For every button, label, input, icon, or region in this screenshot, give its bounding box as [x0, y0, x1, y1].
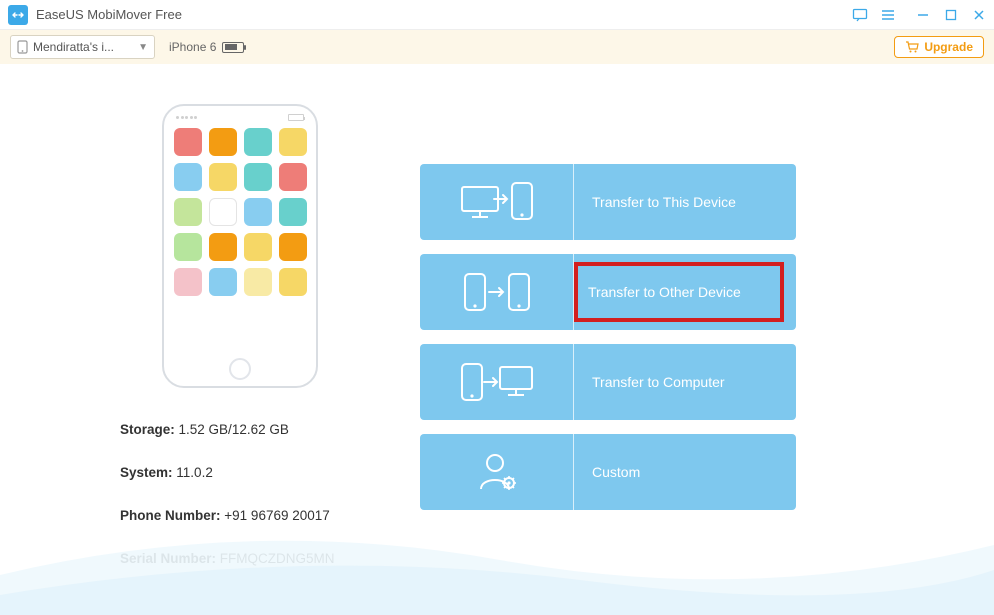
upgrade-button[interactable]: Upgrade	[894, 36, 984, 58]
phone-number-value: +91 96769 20017	[224, 508, 329, 523]
app-tile	[279, 198, 307, 226]
app-tile	[174, 233, 202, 261]
option-label: Custom	[574, 464, 796, 480]
info-storage: Storage: 1.52 GB/12.62 GB	[120, 422, 420, 437]
transfer-to-other-device-button[interactable]: Transfer to Other Device	[420, 254, 796, 330]
upgrade-label: Upgrade	[924, 40, 973, 54]
info-serial: Serial Number: FFMQCZDNG5MN	[120, 551, 420, 566]
phone-small-icon	[17, 40, 28, 54]
device-model-label: iPhone 6	[169, 40, 244, 54]
app-tile	[209, 198, 237, 226]
app-tile	[244, 198, 272, 226]
device-dropdown[interactable]: Mendiratta's i... ▼	[10, 35, 155, 59]
close-button[interactable]	[972, 8, 986, 22]
transfer-to-this-device-button[interactable]: Transfer to This Device	[420, 164, 796, 240]
minimize-button[interactable]	[916, 8, 930, 22]
menu-icon[interactable]	[880, 7, 896, 23]
app-tile	[279, 233, 307, 261]
app-tile	[174, 268, 202, 296]
chevron-down-icon: ▼	[138, 42, 148, 53]
phone-to-phone-icon	[420, 254, 574, 330]
option-label: Transfer to This Device	[574, 194, 796, 210]
app-tile	[244, 233, 272, 261]
info-phone-number: Phone Number: +91 96769 20017	[120, 508, 420, 523]
dropdown-label: Mendiratta's i...	[33, 40, 114, 54]
cart-icon	[905, 41, 919, 53]
app-tile	[279, 163, 307, 191]
feedback-icon[interactable]	[852, 7, 868, 23]
app-tile	[209, 268, 237, 296]
app-tile	[244, 163, 272, 191]
system-label: System:	[120, 465, 173, 480]
device-info: Storage: 1.52 GB/12.62 GB System: 11.0.2…	[60, 422, 420, 566]
app-title: EaseUS MobiMover Free	[36, 7, 852, 22]
custom-button[interactable]: Custom	[420, 434, 796, 510]
maximize-button[interactable]	[944, 8, 958, 22]
device-model-text: iPhone 6	[169, 40, 216, 54]
app-tile	[209, 233, 237, 261]
app-tile	[279, 128, 307, 156]
storage-value: 1.52 GB/12.62 GB	[179, 422, 289, 437]
app-tile	[174, 128, 202, 156]
storage-label: Storage:	[120, 422, 175, 437]
app-tile	[244, 268, 272, 296]
right-panel: Transfer to This Device Transfer to Othe…	[420, 104, 944, 615]
computer-to-phone-icon	[420, 164, 574, 240]
user-gear-icon	[420, 434, 574, 510]
phone-number-label: Phone Number:	[120, 508, 221, 523]
app-tile	[244, 128, 272, 156]
device-bar: Mendiratta's i... ▼ iPhone 6 Upgrade	[0, 30, 994, 64]
left-panel: Storage: 1.52 GB/12.62 GB System: 11.0.2…	[60, 104, 420, 615]
battery-icon	[222, 42, 244, 53]
phone-to-computer-icon	[420, 344, 574, 420]
title-bar: EaseUS MobiMover Free	[0, 0, 994, 30]
option-label: Transfer to Computer	[574, 374, 796, 390]
app-tile	[174, 198, 202, 226]
serial-label: Serial Number:	[120, 551, 216, 566]
app-tile	[209, 163, 237, 191]
main-area: Storage: 1.52 GB/12.62 GB System: 11.0.2…	[0, 64, 994, 615]
option-label: Transfer to Other Device	[574, 262, 784, 322]
system-value: 11.0.2	[176, 465, 213, 480]
info-system: System: 11.0.2	[120, 465, 420, 480]
serial-value: FFMQCZDNG5MN	[220, 551, 335, 566]
transfer-to-computer-button[interactable]: Transfer to Computer	[420, 344, 796, 420]
app-tile	[209, 128, 237, 156]
home-button-icon	[229, 358, 251, 380]
app-tile	[174, 163, 202, 191]
app-logo-icon	[8, 5, 28, 25]
phone-mockup	[162, 104, 318, 388]
app-tile	[279, 268, 307, 296]
